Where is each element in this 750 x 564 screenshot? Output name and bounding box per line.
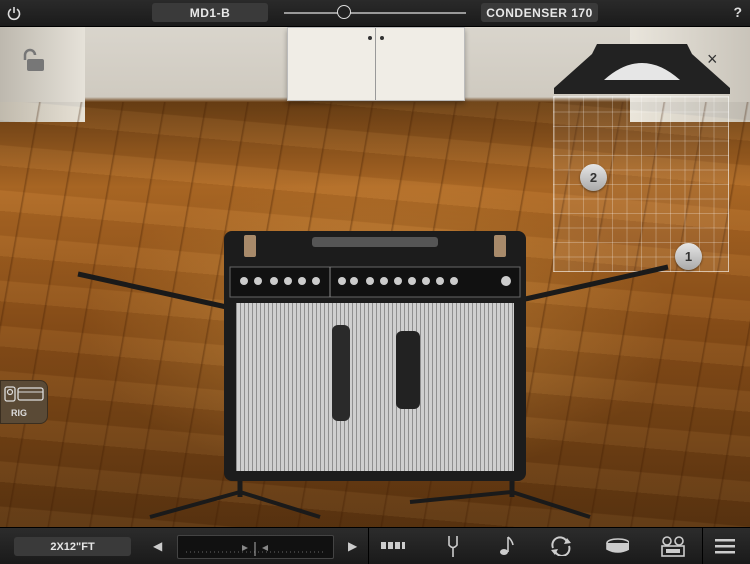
- drum-icon[interactable]: [605, 535, 629, 557]
- next-arrow-icon[interactable]: ▶: [348, 539, 357, 553]
- stompbox-grid-icon[interactable]: [381, 535, 405, 557]
- power-icon[interactable]: [6, 5, 22, 21]
- loop-icon[interactable]: [549, 535, 573, 557]
- tuning-fork-icon[interactable]: [441, 535, 465, 557]
- help-button[interactable]: ?: [733, 4, 742, 20]
- mic-blend-slider[interactable]: [284, 12, 466, 14]
- mic-blend-knob[interactable]: [337, 5, 351, 19]
- mic-1-selector[interactable]: MD1-B: [152, 3, 268, 22]
- menu-icon[interactable]: [713, 535, 737, 557]
- tape-recorder-icon[interactable]: [661, 535, 685, 557]
- tuner-scale: [186, 542, 325, 556]
- bottom-bar: 2X12"FT ◀ ▶: [0, 527, 750, 564]
- tuner-display: [177, 535, 334, 559]
- music-note-icon[interactable]: [495, 535, 519, 557]
- top-bar: MD1-B CONDENSER 170 ?: [0, 0, 750, 27]
- amplifier: [224, 231, 526, 481]
- studio-scene: × 2 1 RIG: [0, 27, 750, 527]
- mic-2-selector[interactable]: CONDENSER 170: [481, 3, 598, 22]
- cabinet-selector[interactable]: 2X12"FT: [14, 537, 131, 556]
- prev-arrow-icon[interactable]: ◀: [153, 539, 162, 553]
